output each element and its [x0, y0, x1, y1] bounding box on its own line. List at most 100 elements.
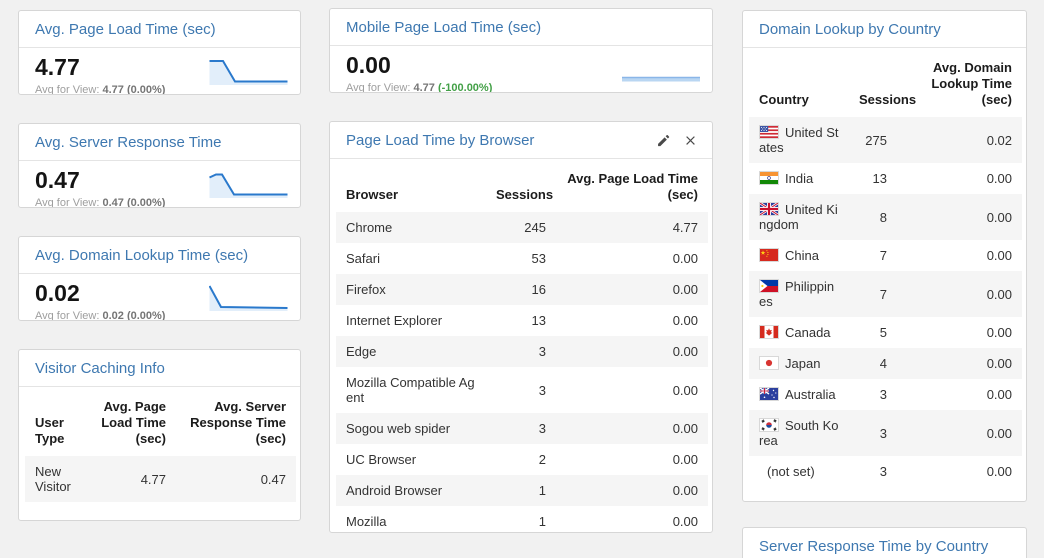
card-title-domain-lookup-by-country[interactable]: Domain Lookup by Country — [743, 11, 1026, 48]
caption-label: Avg for View: — [346, 82, 411, 93]
col-header-user-type: User Type — [35, 415, 65, 446]
card-avg-server-response-time: Avg. Server Response Time 0.47 Avg for V… — [18, 123, 301, 208]
table-row: China 7 0.00 — [749, 240, 1022, 271]
in-flag-icon — [759, 171, 779, 185]
table-row: UC Browser 2 0.00 — [336, 444, 708, 475]
col-header-country: Country — [759, 92, 809, 107]
browser-name-cell: Chrome — [346, 220, 393, 235]
avg-domain-lookup-time-cell: 0.00 — [986, 464, 1012, 479]
caption-label: Avg for View: — [35, 310, 100, 321]
sessions-cell: 7 — [879, 248, 887, 263]
caption-delta: (0.00%) — [126, 84, 166, 95]
table-row: United Kingdom 8 0.00 — [749, 194, 1022, 240]
avg-page-load-time-cell: 4.77 — [672, 220, 698, 235]
sparkline-chart — [209, 173, 288, 198]
caption-delta: (0.00%) — [126, 197, 166, 208]
table-row: Firefox 16 0.00 — [336, 274, 708, 305]
table-row: India 13 0.00 — [749, 163, 1022, 194]
col-header-sessions: Sessions — [859, 92, 917, 107]
sessions-cell: 3 — [538, 421, 546, 436]
card-avg-page-load-time: Avg. Page Load Time (sec) 4.77 Avg for V… — [18, 10, 301, 95]
browser-name-cell: Firefox — [346, 282, 386, 297]
browser-name-cell: UC Browser — [346, 452, 417, 467]
domain-lookup-table: Country Sessions Avg. Domain Lookup Time… — [749, 50, 1022, 487]
avg-page-load-time-cell: 0.00 — [672, 382, 698, 398]
avg-page-load-time-cell: 0.00 — [672, 514, 698, 529]
sessions-cell: 3 — [879, 387, 887, 402]
sessions-cell: 1 — [538, 483, 546, 498]
browser-name-cell: Internet Explorer — [346, 313, 443, 328]
card-actions — [656, 133, 712, 148]
close-icon[interactable] — [683, 133, 698, 148]
card-title-server-response-time-by-country[interactable]: Server Response Time by Country — [743, 528, 1026, 558]
sessions-cell: 3 — [538, 382, 546, 398]
caption-label: Avg for View: — [35, 197, 100, 208]
country-cell: United Kingdom — [759, 202, 838, 232]
card-title-avg-page-load-time[interactable]: Avg. Page Load Time (sec) — [19, 11, 300, 48]
caption-value: 0.47 — [102, 197, 124, 208]
table-row: United States 275 0.02 — [749, 117, 1022, 163]
table-row: Japan 4 0.00 — [749, 348, 1022, 379]
jp-flag-icon — [759, 356, 779, 370]
card-title-page-load-time-by-browser[interactable]: Page Load Time by Browser — [330, 122, 656, 158]
caption-value: 4.77 — [102, 84, 124, 95]
avg-page-load-time-cell: 4.77 — [140, 471, 166, 487]
browser-name-cell: Mozilla — [346, 514, 387, 529]
avg-page-load-time-cell: 0.00 — [672, 452, 698, 467]
table-row: Internet Explorer 13 0.00 — [336, 305, 708, 336]
avg-domain-lookup-time-cell: 0.00 — [986, 171, 1012, 186]
sessions-cell: 245 — [524, 220, 546, 235]
visitor-caching-table: User Type Avg. Page Load Time (sec) Avg.… — [25, 389, 296, 502]
card-title-avg-domain-lookup-time[interactable]: Avg. Domain Lookup Time (sec) — [19, 237, 300, 274]
country-cell: China — [749, 240, 849, 271]
avg-page-load-time-cell: 0.00 — [672, 421, 698, 436]
avg-domain-lookup-time-cell: 0.00 — [986, 425, 1012, 441]
browser-name-cell: Edge — [346, 344, 377, 359]
sessions-cell: 8 — [879, 209, 887, 225]
browser-name-cell: Mozilla Compatible Agent — [346, 375, 475, 405]
table-header-row: User Type Avg. Page Load Time (sec) Avg.… — [25, 389, 296, 456]
avg-domain-lookup-time-cell: 0.00 — [986, 356, 1012, 371]
table-row: South Korea 3 0.00 — [749, 410, 1022, 456]
card-domain-lookup-by-country: Domain Lookup by Country Country Session… — [742, 10, 1027, 502]
cn-flag-icon — [759, 248, 779, 262]
browser-name-cell: Sogou web spider — [346, 421, 451, 436]
sessions-cell: 2 — [538, 452, 546, 467]
table-row: Sogou web spider 3 0.00 — [336, 413, 708, 444]
table-row: Safari 53 0.00 — [336, 243, 708, 274]
avg-domain-lookup-time-cell: 0.00 — [986, 286, 1012, 302]
table-row: Canada 5 0.00 — [749, 317, 1022, 348]
card-visitor-caching-info: Visitor Caching Info User Type Avg. Page… — [18, 349, 301, 521]
sparkline-chart — [209, 285, 288, 311]
browser-table-body: Chrome 245 4.77 Safari 53 0.00 Firefox 16 0.00 In… — [336, 212, 708, 532]
card-title-avg-server-response-time[interactable]: Avg. Server Response Time — [19, 124, 300, 161]
ph-flag-icon — [759, 279, 779, 293]
sessions-cell: 3 — [879, 425, 887, 441]
analytics-dashboard: Avg. Page Load Time (sec) 4.77 Avg for V… — [0, 0, 1044, 558]
visitor-caching-table-body: New Visitor 4.77 0.47 — [25, 456, 296, 502]
caption-value: 0.02 — [102, 310, 124, 321]
caption-delta: (-100.00%) — [437, 82, 493, 93]
sparkline-chart — [209, 60, 288, 85]
avg-page-load-time-cell: 0.00 — [672, 313, 698, 328]
table-row: Mozilla Compatible Agent 3 0.00 — [336, 367, 708, 413]
pencil-icon[interactable] — [656, 133, 671, 148]
gb-flag-icon — [759, 202, 779, 216]
sessions-cell: 4 — [879, 356, 887, 371]
sessions-cell: 53 — [531, 251, 546, 266]
sessions-cell: 16 — [531, 282, 546, 297]
col-header-avg-page-load-time: Avg. Page Load Time (sec) — [101, 399, 166, 446]
card-title-visitor-caching-info[interactable]: Visitor Caching Info — [19, 350, 300, 387]
country-cell: United States — [759, 125, 839, 155]
card-title-mobile-page-load-time[interactable]: Mobile Page Load Time (sec) — [330, 9, 712, 46]
sessions-cell: 275 — [865, 132, 887, 148]
avg-domain-lookup-time-cell: 0.02 — [986, 132, 1012, 148]
col-header-avg-page-load-time: Avg. Page Load Time (sec) — [567, 171, 698, 202]
country-cell: Japan — [749, 348, 849, 379]
avg-domain-lookup-time-cell: 0.00 — [986, 209, 1012, 225]
card-mobile-page-load-time: Mobile Page Load Time (sec) 0.00 Avg for… — [329, 8, 713, 93]
table-row: Philippines 7 0.00 — [749, 271, 1022, 317]
browser-name-cell: Safari — [346, 251, 380, 266]
caption-value: 4.77 — [413, 82, 435, 93]
table-row: Mozilla 1 0.00 — [336, 506, 708, 532]
